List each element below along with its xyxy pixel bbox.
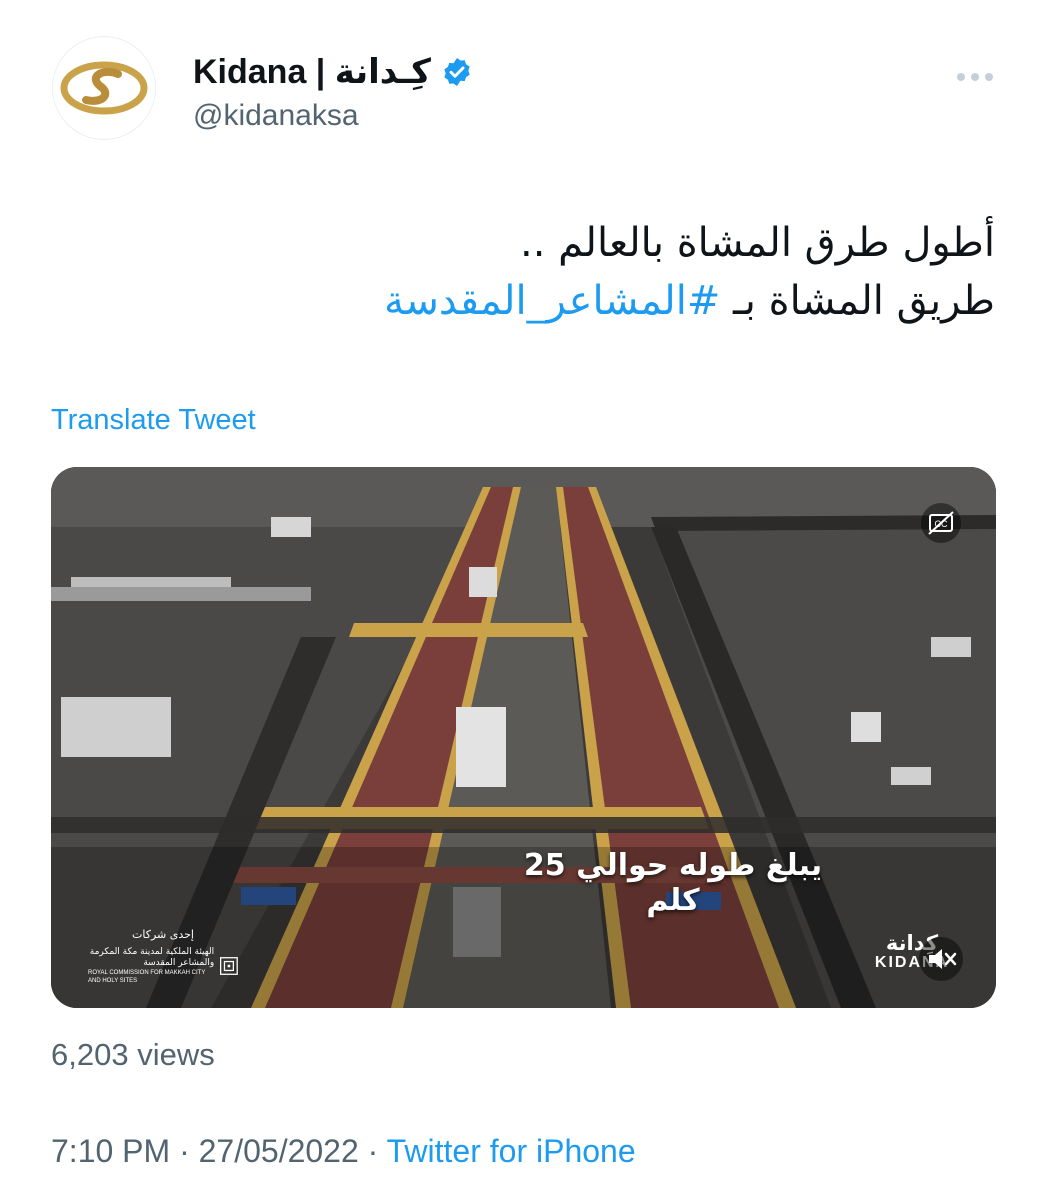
mute-button[interactable] <box>919 937 963 981</box>
commission-name-en: ROYAL COMMISSION FOR MAKKAH CITY AND HOL… <box>88 970 206 984</box>
tweet-metadata: 7:10 PM · 27/05/2022 · Twitter for iPhon… <box>51 1133 636 1170</box>
author-avatar[interactable] <box>52 36 156 140</box>
tweet-time[interactable]: 7:10 PM <box>51 1133 170 1169</box>
closed-captions-icon: CC <box>921 503 961 543</box>
commission-emblem-icon <box>220 957 238 975</box>
tweet-date[interactable]: 27/05/2022 <box>199 1133 359 1169</box>
royal-commission-logo: إحدى شركات الهيئة الملكية لمدينة مكة الم… <box>88 928 238 985</box>
more-options-button[interactable] <box>950 62 1000 92</box>
commission-name-ar: الهيئة الملكية لمدينة مكة المكرمة والمشا… <box>89 947 215 968</box>
caption-text: يبلغ طوله حوالي 25 كلم <box>523 848 823 918</box>
tweet-text-prefix: طريق المشاة بـ <box>720 278 995 324</box>
view-count: 6,203 views <box>51 1037 215 1072</box>
meta-separator-1: · <box>170 1133 199 1169</box>
meta-separator-2: · <box>358 1133 387 1169</box>
author-name[interactable]: Kidana | كِـدانة <box>193 52 473 92</box>
commission-heading: إحدى شركات <box>132 928 194 941</box>
captions-button[interactable]: CC <box>921 503 961 543</box>
tweet-header: Kidana | كِـدانة @kidanaksa <box>0 0 1047 170</box>
author-display-name[interactable]: Kidana | كِـدانة <box>193 52 431 92</box>
hashtag-link[interactable]: #المشاعر_المقدسة <box>384 278 720 324</box>
author-handle[interactable]: @kidanaksa <box>193 99 359 133</box>
video-frame-aerial-walkway <box>51 467 996 1008</box>
tweet-text-line-1: أطول طرق المشاة بالعالم .. <box>520 220 995 266</box>
tweet-text-line-2: طريق المشاة بـ #المشاعر_المقدسة <box>95 272 995 330</box>
verified-badge-icon <box>444 58 470 86</box>
tweet-source-link[interactable]: Twitter for iPhone <box>387 1133 636 1169</box>
kidana-logo-icon <box>60 61 148 115</box>
tweet-text: أطول طرق المشاة بالعالم .. طريق المشاة ب… <box>95 214 995 330</box>
more-dots-icon <box>957 73 993 81</box>
tweet-video[interactable]: يبلغ طوله حوالي 25 كلم إحدى شركات الهيئة… <box>51 467 996 1008</box>
translate-tweet-link[interactable]: Translate Tweet <box>51 404 256 437</box>
muted-speaker-icon <box>919 937 963 981</box>
